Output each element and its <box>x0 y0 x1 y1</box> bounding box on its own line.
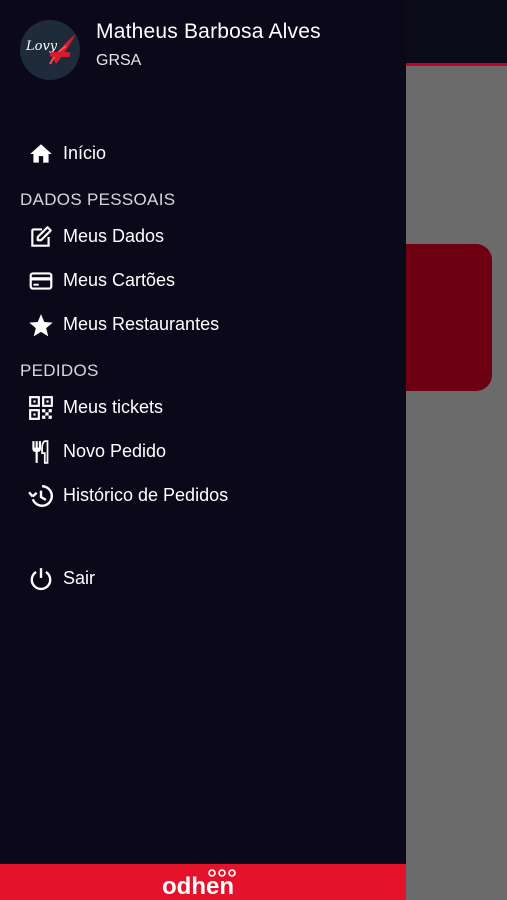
menu-item-label: Histórico de Pedidos <box>63 485 229 505</box>
menu-item-label: Novo Pedido <box>63 441 167 461</box>
qr-code-icon <box>29 396 53 420</box>
edit-icon <box>31 226 52 247</box>
menu-item-label: Início <box>63 143 107 163</box>
menu-item-meus-tickets[interactable]: Meus tickets <box>0 387 406 427</box>
navigation-drawer: Lovy Matheus Barbosa Alves GRSA Início D… <box>0 0 406 900</box>
history-icon <box>28 485 53 507</box>
menu-item-novo-pedido[interactable]: Novo Pedido <box>0 431 406 471</box>
user-company: GRSA <box>96 52 142 69</box>
menu-item-label: Meus tickets <box>63 397 164 417</box>
menu-item-label: Meus Restaurantes <box>63 314 220 334</box>
menu-item-label: Meus Dados <box>63 226 165 246</box>
menu-item-label: Sair <box>63 568 96 588</box>
drawer-header: Lovy Matheus Barbosa Alves GRSA <box>0 0 406 90</box>
svg-text:Lovy: Lovy <box>25 39 58 54</box>
power-icon <box>30 568 52 591</box>
odhen-logo: odhen <box>162 869 236 898</box>
menu-item-sair[interactable]: Sair <box>0 558 406 598</box>
drawer-footer: odhen <box>0 864 406 900</box>
user-name: Matheus Barbosa Alves <box>96 20 321 43</box>
star-icon <box>29 314 53 337</box>
svg-text:odhen: odhen <box>162 873 234 898</box>
menu-item-inicio[interactable]: Início <box>0 133 406 173</box>
menu-item-historico[interactable]: Histórico de Pedidos <box>0 475 406 515</box>
menu-item-meus-dados[interactable]: Meus Dados <box>0 216 406 256</box>
credit-card-icon <box>29 272 53 290</box>
lovy-logo-icon: Lovy <box>25 34 76 65</box>
avatar[interactable]: Lovy <box>20 20 80 80</box>
fork-knife-icon <box>32 440 49 464</box>
menu-item-meus-cartoes[interactable]: Meus Cartões <box>0 260 406 300</box>
section-pedidos: PEDIDOS <box>20 361 99 380</box>
menu-item-meus-restaurantes[interactable]: Meus Restaurantes <box>0 304 406 344</box>
section-dados-pessoais: DADOS PESSOAIS <box>20 190 176 209</box>
home-icon <box>30 144 52 163</box>
menu-item-label: Meus Cartões <box>63 270 176 290</box>
